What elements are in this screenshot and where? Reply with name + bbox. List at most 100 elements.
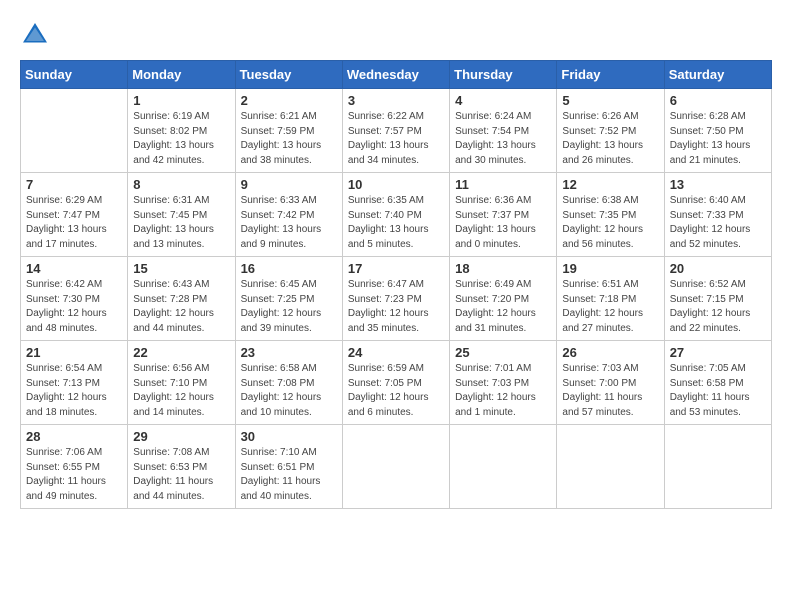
calendar-cell: 12 Sunrise: 6:38 AM Sunset: 7:35 PM Dayli… <box>557 173 664 257</box>
calendar-cell: 17Sunrise: 6:47 AM Sunset: 7:23 PM Dayli… <box>342 257 449 341</box>
column-header-thursday: Thursday <box>450 61 557 89</box>
column-header-wednesday: Wednesday <box>342 61 449 89</box>
day-number: 20 <box>670 261 766 276</box>
calendar-cell: 30 Sunrise: 7:10 AM Sunset: 6:51 PM Dayli… <box>235 425 342 509</box>
day-number: 15 <box>133 261 229 276</box>
day-number: 13 <box>670 177 766 192</box>
calendar-cell: 21Sunrise: 6:54 AM Sunset: 7:13 PM Dayli… <box>21 341 128 425</box>
calendar-cell: 11 Sunrise: 6:36 AM Sunset: 7:37 PM Dayli… <box>450 173 557 257</box>
day-info: Sunrise: 6:51 AM Sunset: 7:18 PM Dayligh… <box>562 278 658 336</box>
day-info: Sunrise: 6:56 AM Sunset: 7:10 PM Dayligh… <box>133 362 229 420</box>
calendar-cell: 9 Sunrise: 6:33 AM Sunset: 7:42 PM Daylig… <box>235 173 342 257</box>
column-header-sunday: Sunday <box>21 61 128 89</box>
day-info: Sunrise: 6:45 AM Sunset: 7:25 PM Dayligh… <box>241 278 337 336</box>
day-number: 8 <box>133 177 229 192</box>
column-header-tuesday: Tuesday <box>235 61 342 89</box>
calendar-header-row: SundayMondayTuesdayWednesdayThursdayFrid… <box>21 61 772 89</box>
day-number: 6 <box>670 93 766 108</box>
day-info: Sunrise: 7:06 AM Sunset: 6:55 PM Dayligh… <box>26 446 122 504</box>
page-header <box>20 20 772 50</box>
logo-icon <box>20 20 50 50</box>
day-number: 5 <box>562 93 658 108</box>
column-header-monday: Monday <box>128 61 235 89</box>
calendar-cell <box>664 425 771 509</box>
day-number: 21 <box>26 345 122 360</box>
calendar-cell: 26 Sunrise: 7:03 AM Sunset: 7:00 PM Dayli… <box>557 341 664 425</box>
calendar-week-row: 21Sunrise: 6:54 AM Sunset: 7:13 PM Dayli… <box>21 341 772 425</box>
calendar-cell: 2 Sunrise: 6:21 AM Sunset: 7:59 PM Daylig… <box>235 89 342 173</box>
calendar-cell: 14 Sunrise: 6:42 AM Sunset: 7:30 PM Dayli… <box>21 257 128 341</box>
calendar-week-row: 28Sunrise: 7:06 AM Sunset: 6:55 PM Dayli… <box>21 425 772 509</box>
day-number: 16 <box>241 261 337 276</box>
day-info: Sunrise: 6:59 AM Sunset: 7:05 PM Dayligh… <box>348 362 444 420</box>
day-number: 19 <box>562 261 658 276</box>
day-info: Sunrise: 6:42 AM Sunset: 7:30 PM Dayligh… <box>26 278 122 336</box>
calendar-cell: 15Sunrise: 6:43 AM Sunset: 7:28 PM Dayli… <box>128 257 235 341</box>
day-number: 18 <box>455 261 551 276</box>
calendar-cell: 22 Sunrise: 6:56 AM Sunset: 7:10 PM Dayli… <box>128 341 235 425</box>
calendar-cell <box>342 425 449 509</box>
calendar-week-row: 7 Sunrise: 6:29 AM Sunset: 7:47 PM Daylig… <box>21 173 772 257</box>
calendar-cell: 24 Sunrise: 6:59 AM Sunset: 7:05 PM Dayli… <box>342 341 449 425</box>
calendar-cell: 6Sunrise: 6:28 AM Sunset: 7:50 PM Daylig… <box>664 89 771 173</box>
day-info: Sunrise: 6:52 AM Sunset: 7:15 PM Dayligh… <box>670 278 766 336</box>
day-info: Sunrise: 7:01 AM Sunset: 7:03 PM Dayligh… <box>455 362 551 420</box>
day-info: Sunrise: 6:33 AM Sunset: 7:42 PM Dayligh… <box>241 194 337 252</box>
calendar-week-row: 1 Sunrise: 6:19 AM Sunset: 8:02 PM Daylig… <box>21 89 772 173</box>
calendar-cell: 23Sunrise: 6:58 AM Sunset: 7:08 PM Dayli… <box>235 341 342 425</box>
day-number: 3 <box>348 93 444 108</box>
day-number: 25 <box>455 345 551 360</box>
calendar-cell: 7 Sunrise: 6:29 AM Sunset: 7:47 PM Daylig… <box>21 173 128 257</box>
calendar-cell: 13 Sunrise: 6:40 AM Sunset: 7:33 PM Dayli… <box>664 173 771 257</box>
day-number: 9 <box>241 177 337 192</box>
day-info: Sunrise: 6:58 AM Sunset: 7:08 PM Dayligh… <box>241 362 337 420</box>
day-number: 24 <box>348 345 444 360</box>
calendar-cell: 20 Sunrise: 6:52 AM Sunset: 7:15 PM Dayli… <box>664 257 771 341</box>
calendar-cell: 18 Sunrise: 6:49 AM Sunset: 7:20 PM Dayli… <box>450 257 557 341</box>
calendar-week-row: 14 Sunrise: 6:42 AM Sunset: 7:30 PM Dayli… <box>21 257 772 341</box>
day-info: Sunrise: 6:38 AM Sunset: 7:35 PM Dayligh… <box>562 194 658 252</box>
day-number: 12 <box>562 177 658 192</box>
day-info: Sunrise: 6:35 AM Sunset: 7:40 PM Dayligh… <box>348 194 444 252</box>
calendar-cell: 19 Sunrise: 6:51 AM Sunset: 7:18 PM Dayli… <box>557 257 664 341</box>
day-number: 11 <box>455 177 551 192</box>
calendar-cell: 3Sunrise: 6:22 AM Sunset: 7:57 PM Daylig… <box>342 89 449 173</box>
day-info: Sunrise: 6:19 AM Sunset: 8:02 PM Dayligh… <box>133 110 229 168</box>
calendar-cell: 27 Sunrise: 7:05 AM Sunset: 6:58 PM Dayli… <box>664 341 771 425</box>
day-number: 29 <box>133 429 229 444</box>
day-info: Sunrise: 6:31 AM Sunset: 7:45 PM Dayligh… <box>133 194 229 252</box>
day-info: Sunrise: 6:26 AM Sunset: 7:52 PM Dayligh… <box>562 110 658 168</box>
calendar-cell: 25 Sunrise: 7:01 AM Sunset: 7:03 PM Dayli… <box>450 341 557 425</box>
day-info: Sunrise: 6:21 AM Sunset: 7:59 PM Dayligh… <box>241 110 337 168</box>
day-number: 17 <box>348 261 444 276</box>
day-number: 10 <box>348 177 444 192</box>
day-info: Sunrise: 7:05 AM Sunset: 6:58 PM Dayligh… <box>670 362 766 420</box>
calendar-cell: 4 Sunrise: 6:24 AM Sunset: 7:54 PM Daylig… <box>450 89 557 173</box>
calendar: SundayMondayTuesdayWednesdayThursdayFrid… <box>20 60 772 509</box>
calendar-cell <box>450 425 557 509</box>
day-info: Sunrise: 6:29 AM Sunset: 7:47 PM Dayligh… <box>26 194 122 252</box>
day-info: Sunrise: 6:49 AM Sunset: 7:20 PM Dayligh… <box>455 278 551 336</box>
day-number: 2 <box>241 93 337 108</box>
day-info: Sunrise: 6:40 AM Sunset: 7:33 PM Dayligh… <box>670 194 766 252</box>
day-info: Sunrise: 7:03 AM Sunset: 7:00 PM Dayligh… <box>562 362 658 420</box>
column-header-friday: Friday <box>557 61 664 89</box>
day-number: 22 <box>133 345 229 360</box>
day-info: Sunrise: 6:24 AM Sunset: 7:54 PM Dayligh… <box>455 110 551 168</box>
day-info: Sunrise: 7:10 AM Sunset: 6:51 PM Dayligh… <box>241 446 337 504</box>
day-number: 14 <box>26 261 122 276</box>
day-number: 4 <box>455 93 551 108</box>
calendar-cell <box>21 89 128 173</box>
calendar-cell: 16 Sunrise: 6:45 AM Sunset: 7:25 PM Dayli… <box>235 257 342 341</box>
calendar-cell: 28Sunrise: 7:06 AM Sunset: 6:55 PM Dayli… <box>21 425 128 509</box>
calendar-cell <box>557 425 664 509</box>
day-number: 27 <box>670 345 766 360</box>
day-number: 30 <box>241 429 337 444</box>
calendar-cell: 8 Sunrise: 6:31 AM Sunset: 7:45 PM Daylig… <box>128 173 235 257</box>
calendar-cell: 29Sunrise: 7:08 AM Sunset: 6:53 PM Dayli… <box>128 425 235 509</box>
day-number: 26 <box>562 345 658 360</box>
day-number: 7 <box>26 177 122 192</box>
day-number: 1 <box>133 93 229 108</box>
calendar-cell: 1 Sunrise: 6:19 AM Sunset: 8:02 PM Daylig… <box>128 89 235 173</box>
day-info: Sunrise: 6:36 AM Sunset: 7:37 PM Dayligh… <box>455 194 551 252</box>
